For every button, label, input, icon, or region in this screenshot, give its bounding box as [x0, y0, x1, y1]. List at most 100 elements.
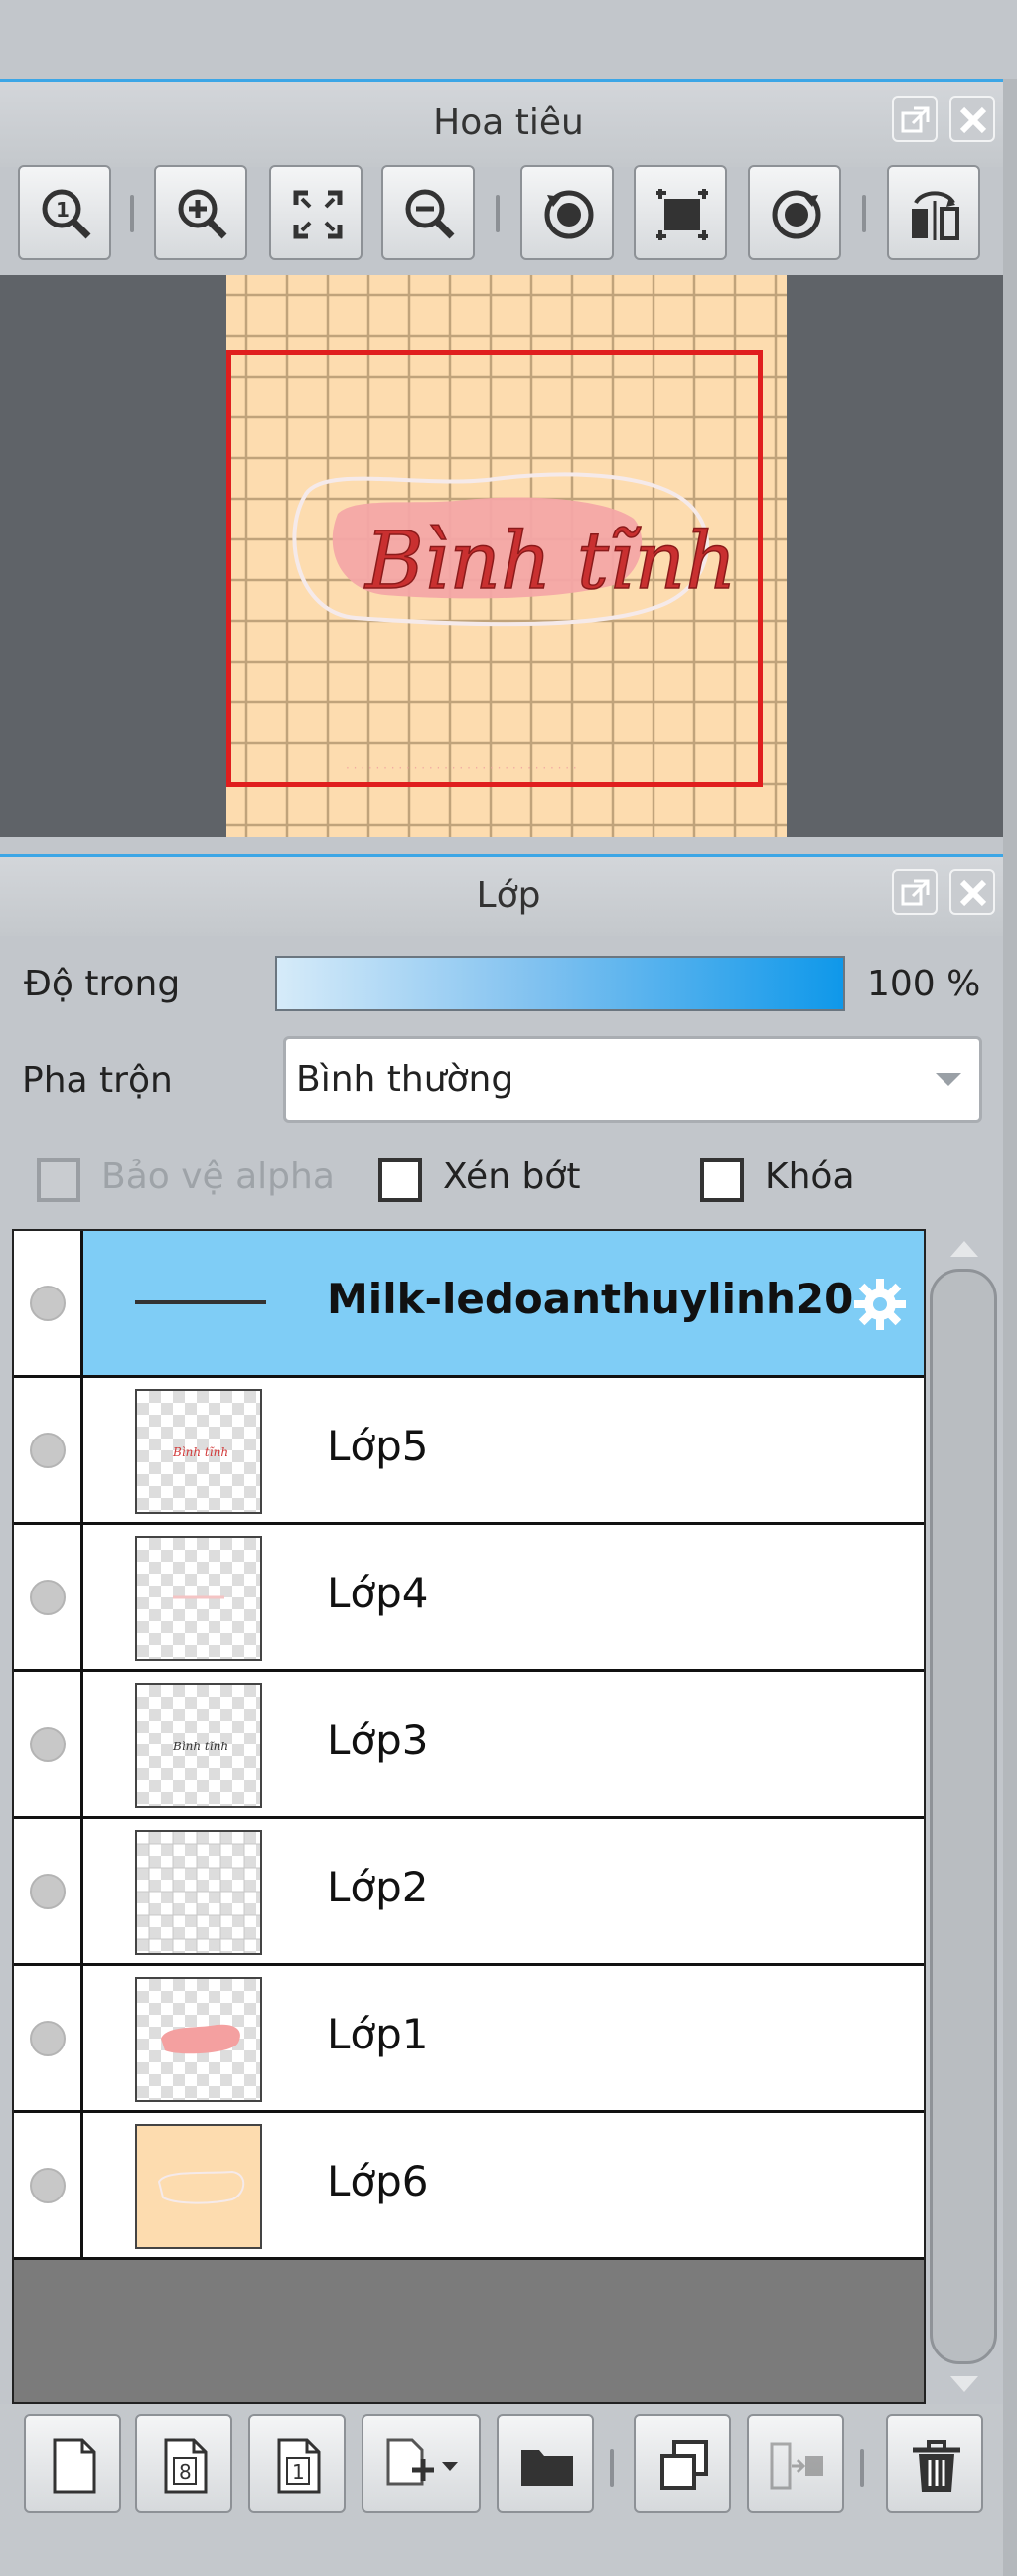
opacity-value: 100 %	[867, 964, 981, 1004]
eye-icon	[30, 1286, 66, 1321]
zoom-out-icon	[405, 189, 455, 239]
duplicate-icon	[660, 2440, 708, 2490]
svg-text:8: 8	[179, 2460, 192, 2484]
layer-name: Milk-ledoanthuylinh20	[327, 1275, 854, 1323]
text-layer-icon	[135, 1300, 266, 1304]
rotate-right-icon	[772, 190, 821, 239]
visibility-toggle[interactable]	[14, 1378, 83, 1522]
clipping-label: Xén bớt	[443, 1156, 581, 1197]
layers-popout-button[interactable]	[892, 869, 938, 915]
close-icon	[959, 879, 987, 907]
layer-thumbnail	[135, 1536, 262, 1661]
new-1bit-layer-icon: 1	[277, 2438, 321, 2494]
rotate-right-button[interactable]	[748, 165, 841, 260]
panel-edge-scrollbar	[1003, 79, 1017, 2576]
new-layer-button[interactable]	[24, 2414, 121, 2513]
layer-thumbnail: Bình tĩnh	[135, 1389, 262, 1514]
fit-to-window-icon	[293, 190, 343, 239]
opacity-slider[interactable]	[275, 956, 845, 1011]
zoom-actual-size-icon: 1	[42, 189, 91, 239]
fit-to-window-button[interactable]	[269, 165, 363, 260]
toolbar-separator	[130, 195, 134, 232]
layer-row[interactable]: Bình tĩnh Lớp5	[14, 1378, 924, 1525]
layer-row[interactable]: Bình tĩnh Lớp3	[14, 1672, 924, 1819]
new-page-icon	[53, 2438, 96, 2494]
lock-label: Khóa	[765, 1156, 855, 1197]
layer-row[interactable]: Milk-ledoanthuylinh20	[14, 1231, 924, 1378]
layer-row[interactable]: Lớp4	[14, 1525, 924, 1672]
layer-name: Lớp6	[327, 2157, 429, 2205]
blend-mode-label: Pha trộn	[22, 1060, 173, 1101]
svg-text:Bình tĩnh: Bình tĩnh	[172, 1445, 228, 1459]
protect-alpha-checkbox[interactable]	[37, 1158, 80, 1202]
new-8bit-layer-icon: 8	[164, 2438, 208, 2494]
duplicate-layer-button[interactable]	[634, 2414, 731, 2513]
lock-checkbox[interactable]	[700, 1158, 744, 1202]
add-layer-menu-button[interactable]	[362, 2414, 481, 2513]
eye-icon	[30, 1433, 66, 1468]
layer-name: Lớp5	[327, 1422, 429, 1470]
protect-alpha-label: Bảo vệ alpha	[101, 1156, 335, 1197]
rotate-left-icon	[544, 190, 594, 239]
visibility-toggle[interactable]	[14, 1819, 83, 1963]
layer-list[interactable]: Milk-ledoanthuylinh20 Bình tĩnh Lớp5 Lớp…	[12, 1229, 926, 2404]
layer-row[interactable]: Lớp1	[14, 1966, 924, 2113]
layer-row[interactable]: Lớp2	[14, 1819, 924, 1966]
eye-icon	[30, 1874, 66, 1909]
zoom-actual-size-button[interactable]: 1	[18, 165, 111, 260]
blend-mode-value: Bình thường	[296, 1059, 514, 1100]
merge-down-button[interactable]	[747, 2414, 844, 2513]
layer-row[interactable]: Lớp6	[14, 2113, 924, 2260]
navigator-close-button[interactable]	[949, 96, 995, 142]
toolbar-separator	[496, 195, 500, 232]
new-folder-button[interactable]	[497, 2414, 594, 2513]
reset-view-icon	[656, 189, 708, 240]
navigator-preview[interactable]: Bình tĩnh · · · · · · · · · · · · · · · …	[0, 275, 1003, 837]
visibility-toggle[interactable]	[14, 1672, 83, 1816]
scroll-up-arrow-icon[interactable]	[950, 1241, 978, 1257]
visibility-toggle[interactable]	[14, 1525, 83, 1669]
flip-horizontal-icon	[912, 191, 959, 240]
eye-icon	[30, 2021, 66, 2056]
navigator-popout-button[interactable]	[892, 96, 938, 142]
gear-icon[interactable]	[850, 1275, 910, 1334]
scroll-down-arrow-icon[interactable]	[950, 2376, 978, 2392]
svg-text:Bình tĩnh: Bình tĩnh	[172, 1740, 228, 1753]
layer-thumbnail	[135, 1977, 262, 2102]
chevron-down-icon	[936, 1073, 961, 1086]
eye-icon	[30, 2168, 66, 2203]
scrollbar-thumb[interactable]	[930, 1269, 997, 2364]
merge-down-icon	[770, 2442, 823, 2490]
clipping-checkbox[interactable]	[378, 1158, 422, 1202]
layer-thumbnail	[135, 1830, 262, 1955]
viewport-indicator[interactable]	[226, 350, 763, 787]
trash-icon	[913, 2440, 960, 2492]
layer-list-scrollbar[interactable]	[926, 1229, 1003, 2404]
svg-text:1: 1	[292, 2460, 305, 2484]
layer-name: Lớp2	[327, 1863, 429, 1911]
layers-title: Lớp	[476, 875, 541, 916]
layer-name: Lớp1	[327, 2010, 429, 2058]
rotate-left-button[interactable]	[520, 165, 614, 260]
visibility-toggle[interactable]	[14, 2113, 83, 2257]
visibility-toggle[interactable]	[14, 1966, 83, 2110]
zoom-in-icon	[178, 189, 227, 239]
toolbar-separator	[610, 2449, 614, 2487]
layer-thumbnail: Bình tĩnh	[135, 1683, 262, 1808]
visibility-toggle[interactable]	[14, 1231, 83, 1375]
layer-name: Lớp4	[327, 1569, 429, 1617]
reset-view-button[interactable]	[634, 165, 727, 260]
layers-close-button[interactable]	[949, 869, 995, 915]
popout-icon	[901, 106, 930, 133]
zoom-out-button[interactable]	[381, 165, 475, 260]
flip-horizontal-button[interactable]	[887, 165, 980, 260]
new-1bit-layer-button[interactable]: 1	[248, 2414, 346, 2513]
new-8bit-layer-button[interactable]: 8	[135, 2414, 232, 2513]
delete-layer-button[interactable]	[886, 2414, 983, 2513]
navigator-header: Hoa tiêu	[0, 79, 1017, 167]
layer-thumbnail	[135, 2124, 262, 2249]
close-icon	[959, 106, 987, 134]
blend-mode-select[interactable]: Bình thường	[283, 1036, 982, 1123]
layers-bottom-toolbar: 8 1	[0, 2404, 1003, 2576]
zoom-in-button[interactable]	[154, 165, 247, 260]
